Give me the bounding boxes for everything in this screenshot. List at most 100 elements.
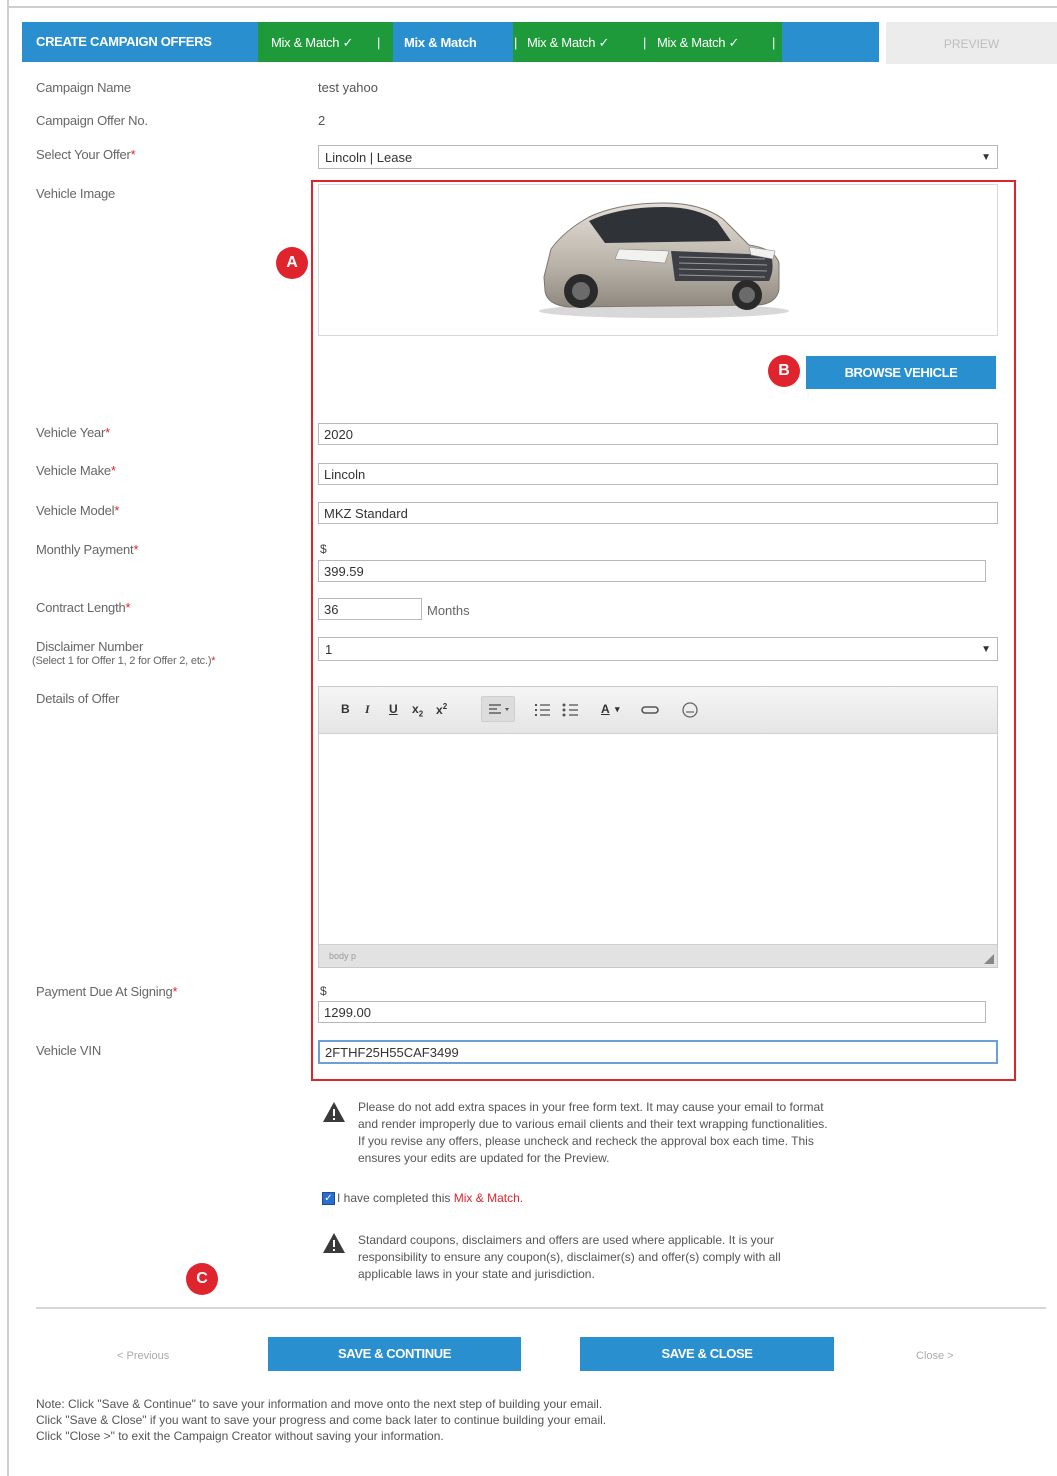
select-offer-dropdown[interactable]: Lincoln | Lease ▼ (318, 145, 998, 169)
save-continue-button[interactable]: SAVE & CONTINUE (268, 1337, 521, 1371)
warning-icon (323, 1233, 345, 1253)
contract-length-unit: Months (427, 603, 470, 618)
tab-mix-match-1[interactable]: Mix & Match ✓ (271, 22, 353, 62)
completion-label: I have completed this Mix & Match. (337, 1190, 523, 1207)
compliance-warning: Standard coupons, disclaimers and offers… (358, 1232, 781, 1283)
vehicle-make-label: Vehicle Make* (36, 463, 116, 478)
required-mark: * (125, 600, 131, 615)
bold-icon[interactable]: B (341, 702, 350, 716)
completion-text: I have completed this (337, 1191, 454, 1205)
frame-border (7, 6, 1057, 8)
vehicle-image-label: Vehicle Image (36, 186, 116, 201)
italic-icon[interactable]: I (365, 702, 370, 717)
marker-a: A (276, 247, 308, 279)
offer-details-editor[interactable]: B I U x2 x2 A ▾ body p (318, 686, 998, 968)
warning-icon (323, 1102, 345, 1122)
tab-separator: | (377, 35, 381, 50)
emoji-icon[interactable] (680, 700, 700, 720)
vehicle-year-label-text: Vehicle Year (36, 425, 106, 440)
select-offer-label: Select Your Offer* (36, 147, 136, 162)
disclaimer-number-hint-text: (Select 1 for Offer 1, 2 for Offer 2, et… (32, 655, 212, 667)
offer-number-value: 2 (318, 113, 326, 128)
tab-create-campaign-offers[interactable]: CREATE CAMPAIGN OFFERS (36, 22, 212, 62)
vehicle-vin-label: Vehicle VIN (36, 1043, 102, 1058)
align-left-icon (489, 704, 509, 714)
formatting-warning: Please do not add extra spaces in your f… (358, 1099, 828, 1167)
disclaimer-number-value: 1 (325, 642, 333, 657)
monthly-payment-label-text: Monthly Payment (36, 542, 134, 557)
monthly-payment-input[interactable]: 399.59 (318, 560, 986, 582)
frame-border (7, 0, 9, 1476)
required-mark: * (110, 463, 116, 478)
marker-b: B (768, 355, 800, 387)
offer-number-label: Campaign Offer No. (36, 113, 148, 128)
contract-length-label: Contract Length* (36, 600, 131, 615)
monthly-payment-label: Monthly Payment* (36, 542, 138, 557)
note-line: Click "Close >" to exit the Campaign Cre… (36, 1429, 444, 1443)
chevron-down-icon: ▼ (981, 152, 991, 163)
bullet-list-icon[interactable] (561, 700, 581, 720)
warning-line: Please do not add extra spaces in your f… (358, 1100, 824, 1114)
warning-line: responsibility to ensure any coupon(s), … (358, 1250, 781, 1264)
payment-due-label: Payment Due At Signing* (36, 984, 178, 999)
vehicle-year-label: Vehicle Year* (36, 425, 110, 440)
editor-path: body p (329, 951, 357, 961)
save-close-button[interactable]: SAVE & CLOSE (580, 1337, 834, 1371)
chevron-down-icon[interactable]: ▾ (615, 704, 620, 715)
contract-length-label-text: Contract Length (36, 600, 126, 615)
note-line: Note: Click "Save & Continue" to save yo… (36, 1397, 603, 1411)
text-color-icon[interactable]: A (601, 702, 610, 716)
editor-status-bar: body p (319, 944, 997, 967)
warning-line: If you revise any offers, please uncheck… (358, 1134, 814, 1148)
select-offer-value: Lincoln | Lease (325, 150, 413, 165)
currency-symbol: $ (320, 542, 327, 556)
disclaimer-number-label: Disclaimer Number (36, 639, 144, 654)
link-icon[interactable] (640, 700, 660, 720)
campaign-name-label: Campaign Name (36, 80, 131, 95)
vehicle-car-image (539, 202, 789, 318)
resize-handle-icon[interactable] (984, 954, 994, 964)
note-line: Click "Save & Close" if you want to save… (36, 1413, 607, 1427)
campaign-name-value: test yahoo (318, 80, 378, 95)
vehicle-make-input[interactable]: Lincoln (318, 463, 998, 485)
vehicle-vin-input[interactable]: 2FTHF25H55CAF3499 (318, 1040, 998, 1064)
previous-link[interactable]: < Previous (117, 1350, 169, 1362)
required-mark: * (105, 425, 111, 440)
vehicle-year-input[interactable]: 2020 (318, 423, 998, 445)
vehicle-make-label-text: Vehicle Make (36, 463, 111, 478)
browse-vehicle-button[interactable]: BROWSE VEHICLE (806, 356, 996, 389)
tab-preview[interactable]: PREVIEW (886, 22, 1057, 64)
required-mark: * (133, 542, 139, 557)
vehicle-model-label: Vehicle Model* (36, 503, 119, 518)
editor-toolbar: B I U x2 x2 A ▾ (319, 687, 997, 734)
marker-c: C (186, 1263, 218, 1295)
required-mark: * (114, 503, 120, 518)
subscript-icon[interactable]: x2 (412, 702, 423, 718)
details-of-offer-label: Details of Offer (36, 691, 120, 706)
tab-mix-match-4[interactable]: Mix & Match ✓ (657, 22, 739, 62)
mix-match-link[interactable]: Mix & Match. (454, 1191, 523, 1205)
contract-length-input[interactable]: 36 (318, 598, 422, 620)
underline-icon[interactable]: U (389, 702, 398, 716)
required-mark: * (211, 655, 216, 667)
payment-due-input[interactable]: 1299.00 (318, 1001, 986, 1023)
tab-mix-match-2[interactable]: Mix & Match (404, 22, 477, 62)
numbered-list-icon[interactable] (533, 700, 553, 720)
chevron-down-icon: ▼ (981, 644, 991, 655)
vehicle-model-label-text: Vehicle Model (36, 503, 115, 518)
select-offer-label-text: Select Your Offer (36, 147, 131, 162)
vehicle-image-frame (318, 184, 998, 336)
vehicle-model-input[interactable]: MKZ Standard (318, 502, 998, 524)
superscript-icon[interactable]: x2 (436, 702, 447, 717)
completion-checkbox[interactable]: ✓ (322, 1192, 335, 1205)
tab-separator: | (514, 35, 518, 50)
close-link[interactable]: Close > (916, 1350, 954, 1362)
required-mark: * (172, 984, 178, 999)
text-align-dropdown[interactable] (481, 696, 515, 722)
tab-separator: | (772, 35, 776, 50)
warning-line: and render improperly due to various ema… (358, 1117, 828, 1131)
tab-separator: | (643, 35, 647, 50)
disclaimer-number-dropdown[interactable]: 1 ▼ (318, 637, 998, 661)
tab-mix-match-3[interactable]: Mix & Match ✓ (527, 22, 609, 62)
warning-line: Standard coupons, disclaimers and offers… (358, 1233, 775, 1247)
